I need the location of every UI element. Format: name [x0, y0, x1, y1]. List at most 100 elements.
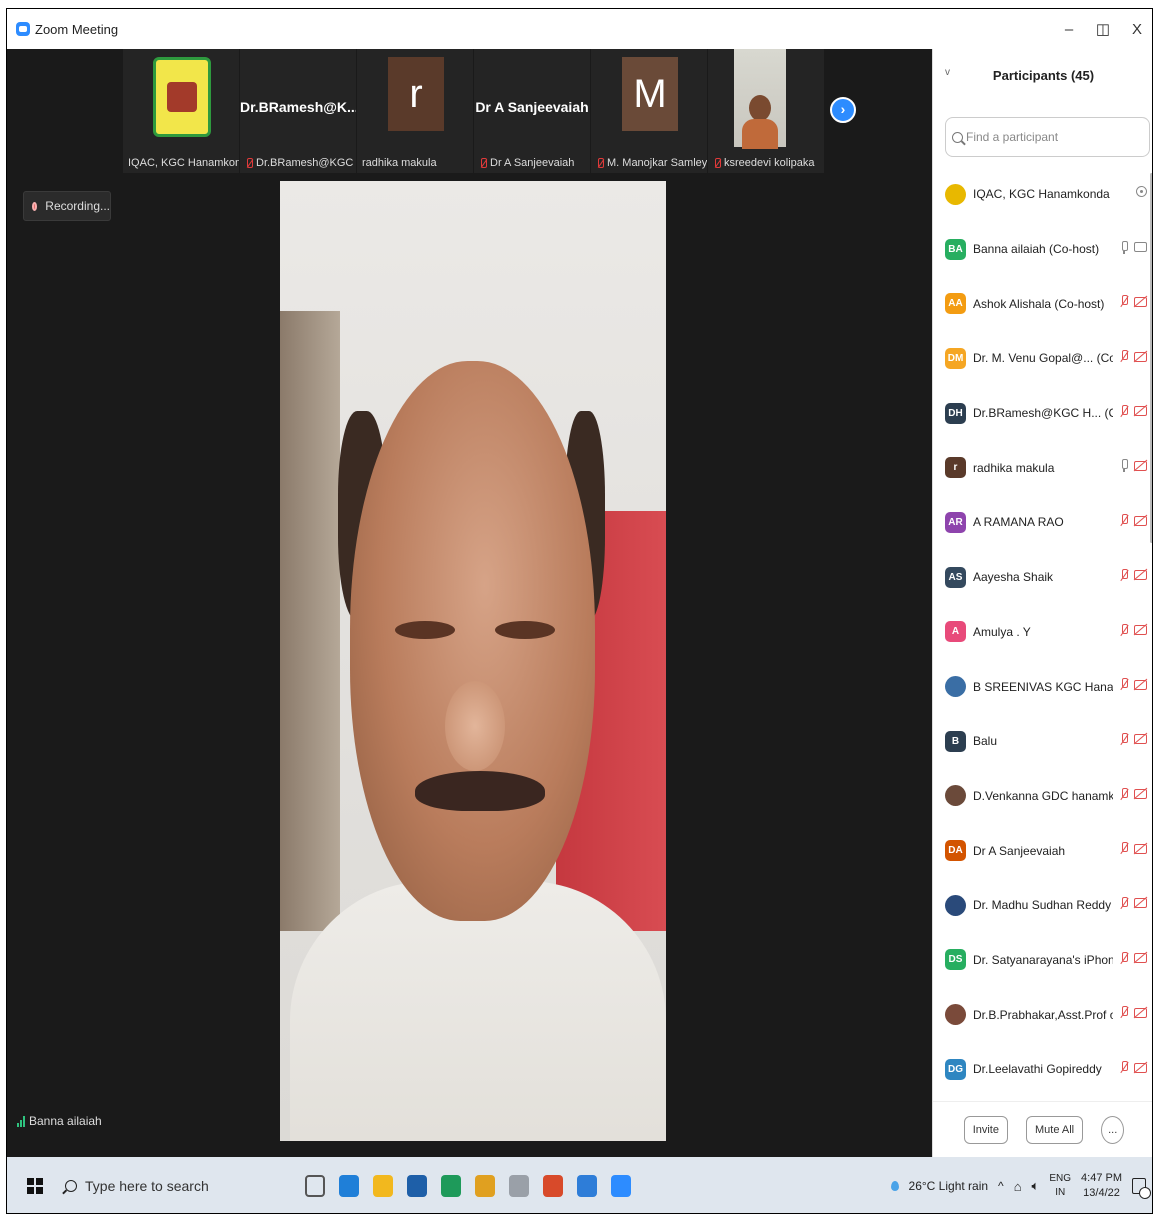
recording-indicator[interactable]: Recording... — [23, 191, 111, 221]
mic-muted-icon[interactable] — [1119, 787, 1129, 801]
paint-icon[interactable] — [509, 1175, 529, 1197]
active-speaker-video — [280, 181, 666, 1141]
camera-off-icon[interactable] — [1134, 515, 1147, 526]
participant-status-icons — [1119, 842, 1147, 855]
collapse-chevron-icon[interactable]: v — [945, 67, 950, 78]
participant-avatar: A — [945, 621, 966, 643]
language-indicator[interactable]: ENG IN — [1049, 1172, 1071, 1200]
participant-name: Dr. Madhu Sudhan Reddy And... — [973, 898, 1113, 913]
mic-muted-icon[interactable] — [1119, 350, 1129, 363]
participant-avatar — [945, 676, 966, 698]
video-tile-sanjeevaiah[interactable]: Dr A Sanjeevaiah Dr A Sanjeevaiah — [474, 49, 590, 173]
camera-icon[interactable] — [1134, 242, 1147, 253]
video-tile-manojkar[interactable]: M M. Manojkar Samley, ... — [591, 49, 707, 173]
mute-all-button[interactable]: Mute All — [1025, 1115, 1084, 1144]
participants-header: v Participants (45) — [933, 49, 1152, 101]
participant-row[interactable]: DS Dr. Satyanarayana's iPhone — [933, 933, 1152, 988]
participant-avatar — [945, 183, 966, 205]
participant-avatar: BA — [945, 238, 966, 260]
zoom-icon[interactable] — [611, 1175, 631, 1197]
clock-date: 13/4/22 — [1083, 1187, 1120, 1199]
participant-row[interactable]: AA Ashok Alishala (Co-host) — [933, 276, 1152, 331]
chrome-icon[interactable] — [475, 1175, 495, 1197]
participant-row[interactable]: DG Dr.Leelavathi Gopireddy — [933, 1042, 1152, 1097]
mic-muted-icon[interactable] — [1119, 623, 1129, 637]
camera-off-icon[interactable] — [1134, 1007, 1147, 1018]
file-explorer-icon[interactable] — [373, 1175, 393, 1197]
camera-off-icon[interactable] — [1134, 460, 1147, 471]
participant-row[interactable]: IQAC, KGC Hanamkonda (Host, me) — [933, 167, 1152, 222]
windows-start-icon[interactable] — [27, 1178, 43, 1194]
mic-muted-icon[interactable] — [1119, 842, 1129, 855]
task-view-icon[interactable] — [305, 1175, 325, 1197]
mic-muted-icon[interactable] — [1119, 1061, 1129, 1074]
network-icon[interactable]: ⌂ — [1014, 1179, 1022, 1194]
mic-icon[interactable] — [1119, 240, 1129, 254]
camera-off-icon[interactable] — [1134, 953, 1147, 964]
video-tile-radhika[interactable]: r radhika makula — [357, 49, 473, 173]
minimize-button[interactable]: – — [1052, 9, 1086, 49]
next-page-arrow-icon[interactable]: › — [830, 97, 856, 123]
participant-row[interactable]: B Balu — [933, 714, 1152, 769]
camera-off-icon[interactable] — [1134, 351, 1147, 362]
camera-off-icon[interactable] — [1134, 1062, 1147, 1073]
participant-row[interactable]: D.Venkanna GDC hanamkonda ... — [933, 769, 1152, 824]
participant-search-input[interactable]: Find a participant — [945, 117, 1150, 157]
camera-off-icon[interactable] — [1134, 843, 1147, 854]
participant-row[interactable]: AR A RAMANA RAO — [933, 495, 1152, 550]
mic-muted-icon[interactable] — [1119, 732, 1129, 746]
video-tile-bramesh[interactable]: Dr.BRamesh@K... Dr.BRamesh@KGC H... — [240, 49, 356, 173]
participant-row[interactable]: r radhika makula — [933, 440, 1152, 495]
mic-muted-icon[interactable] — [1119, 295, 1129, 308]
participant-row[interactable]: Dr. Madhu Sudhan Reddy And... — [933, 878, 1152, 933]
speaker-volume-icon[interactable]: 🔈︎ — [1032, 1178, 1040, 1194]
invite-button[interactable]: Invite — [963, 1115, 1008, 1144]
participant-row[interactable]: DH Dr.BRamesh@KGC H... (Co-host) — [933, 386, 1152, 441]
taskbar-clock[interactable]: 4:47 PM 13/4/22 — [1081, 1171, 1122, 1201]
notification-center-icon[interactable] — [1132, 1178, 1151, 1199]
mic-muted-icon[interactable] — [1119, 678, 1129, 691]
tile-name: Dr A Sanjeevaiah — [490, 157, 575, 169]
google-icon[interactable] — [543, 1175, 563, 1197]
notepad-icon[interactable] — [577, 1175, 597, 1197]
participant-row[interactable]: AS Aayesha Shaik — [933, 550, 1152, 605]
camera-off-icon[interactable] — [1134, 625, 1147, 635]
close-button[interactable]: X — [1120, 9, 1152, 49]
participant-row[interactable]: DM Dr. M. Venu Gopal@... (Co-host) — [933, 331, 1152, 386]
camera-off-icon[interactable] — [1134, 789, 1147, 800]
participant-status-icons — [1119, 623, 1147, 637]
video-tile-ksreedevi[interactable]: ksreedevi kolipaka — [708, 49, 824, 173]
weather-status[interactable]: 26°C Light rain — [909, 1179, 989, 1193]
mic-muted-icon[interactable] — [1119, 404, 1129, 418]
participant-row[interactable]: A Amulya . Y — [933, 605, 1152, 660]
camera-off-icon[interactable] — [1134, 406, 1147, 417]
camera-off-icon[interactable] — [1134, 679, 1147, 690]
tray-chevron-icon[interactable]: ^ — [998, 1179, 1004, 1193]
participant-name: Dr A Sanjeevaiah — [973, 843, 1066, 858]
participant-row[interactable]: Dr.B.Prabhakar,Asst.Prof of Ma... — [933, 987, 1152, 1042]
mic-muted-icon[interactable] — [1119, 1006, 1129, 1019]
maximize-button[interactable]: ◫ — [1086, 9, 1120, 49]
video-tile-iqac[interactable]: IQAC, KGC Hanamkonda — [123, 49, 239, 173]
camera-off-icon[interactable] — [1134, 734, 1147, 745]
edge-icon[interactable] — [339, 1175, 359, 1197]
camera-off-icon[interactable] — [1134, 570, 1147, 581]
participant-name: Dr.BRamesh@KGC H... (Co-host) — [973, 406, 1113, 421]
camera-off-icon[interactable] — [1134, 898, 1147, 909]
taskbar-search-box[interactable]: Type here to search — [65, 1157, 305, 1213]
participant-row[interactable]: DA Dr A Sanjeevaiah — [933, 823, 1152, 878]
mail-icon[interactable] — [407, 1175, 427, 1197]
participant-row[interactable]: B SREENIVAS KGC Hanamkonda — [933, 659, 1152, 714]
mic-muted-icon[interactable] — [1119, 514, 1129, 527]
security-icon[interactable] — [441, 1175, 461, 1197]
connection-signal-icon — [17, 1115, 25, 1127]
mic-muted-icon[interactable] — [1119, 896, 1129, 910]
mic-icon[interactable] — [1119, 459, 1129, 473]
participant-row[interactable]: BA Banna ailaiah (Co-host) — [933, 222, 1152, 277]
language-code: ENG — [1049, 1173, 1072, 1184]
camera-off-icon[interactable] — [1134, 296, 1147, 307]
record-status-icon[interactable] — [1136, 186, 1147, 197]
mic-muted-icon[interactable] — [1119, 568, 1129, 582]
more-options-button[interactable]: ... — [1101, 1115, 1125, 1144]
mic-muted-icon[interactable] — [1119, 951, 1129, 965]
